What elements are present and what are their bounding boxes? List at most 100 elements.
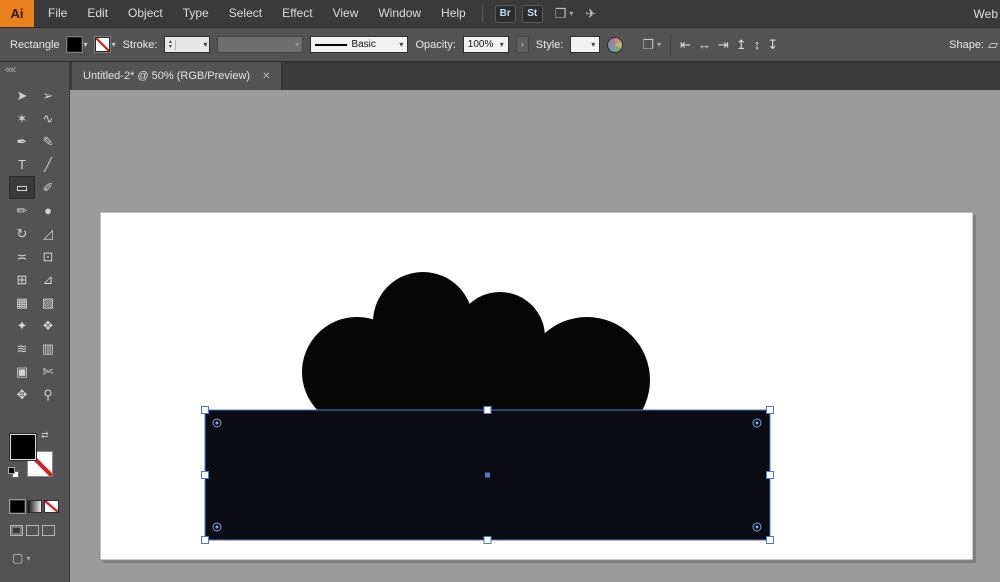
align-vertical-top-icon[interactable]: ↥	[736, 37, 747, 53]
opacity-value: 100%	[468, 39, 494, 50]
fill-color-dropdown[interactable]: ▾	[67, 37, 88, 52]
hand-tool[interactable]: ✥	[9, 383, 35, 406]
screen-mode-button[interactable]: ▢ ▾	[12, 551, 30, 565]
curvature-tool[interactable]: ✎	[35, 130, 61, 153]
swap-fill-stroke-icon[interactable]: ⇄	[41, 430, 49, 441]
symbol-sprayer-tool[interactable]: ≋	[9, 337, 35, 360]
align-horizontal-right-icon[interactable]: ⇥	[718, 37, 729, 53]
menu-select[interactable]: Select	[219, 0, 272, 27]
align-vertical-middle-icon[interactable]: ↕	[754, 37, 761, 53]
gpu-performance-icon[interactable]: ✈	[585, 6, 596, 22]
align-horizontal-left-icon[interactable]: ⇤	[680, 37, 691, 53]
stroke-none-swatch-icon	[95, 37, 110, 52]
line-segment-tool[interactable]: ╱	[35, 153, 61, 176]
opacity-input[interactable]: 100% ▾	[463, 36, 509, 53]
draw-inside-icon[interactable]	[42, 525, 55, 536]
menu-view[interactable]: View	[323, 0, 369, 27]
stroke-color-dropdown[interactable]: ▾	[95, 37, 116, 52]
eyedropper-tool[interactable]: ✦	[9, 314, 35, 337]
style-label: Style:	[536, 39, 564, 51]
direct-selection-tool[interactable]: ➢	[35, 84, 61, 107]
align-vertical-bottom-icon[interactable]: ↧	[767, 37, 778, 53]
canvas-area[interactable]	[70, 90, 1000, 582]
workspace-switcher[interactable]: Web	[974, 7, 998, 21]
recolor-artwork-icon[interactable]	[607, 37, 623, 53]
align-buttons-group: ⇤ ↔ ⇥ ↥ ↕ ↧	[680, 37, 778, 53]
chevron-down-icon: ▾	[500, 40, 504, 49]
stepper-arrows-icon[interactable]: ▴▾	[165, 40, 176, 50]
menubar-separator	[482, 5, 483, 23]
default-fill-stroke-icon[interactable]	[8, 467, 20, 479]
pencil-tool[interactable]: ✏	[9, 199, 35, 222]
mesh-tool[interactable]: ▦	[9, 291, 35, 314]
selection-handle	[202, 472, 209, 479]
menu-object[interactable]: Object	[118, 0, 173, 27]
selection-tool[interactable]: ➤	[9, 84, 35, 107]
rectangle-tool[interactable]: ▭	[9, 176, 35, 199]
gradient-button[interactable]	[27, 500, 42, 513]
none-button[interactable]	[44, 500, 59, 513]
stroke-weight-stepper[interactable]: ▴▾ ▾	[164, 36, 210, 53]
menu-bar-items: FileEditObjectTypeSelectEffectViewWindow…	[38, 0, 476, 27]
bridge-button[interactable]: Br	[495, 5, 516, 23]
document-setup-icon: ❒	[642, 37, 654, 53]
brush-definition-dropdown[interactable]: Basic ▾	[310, 36, 408, 53]
chevron-down-icon: ▾	[295, 40, 299, 49]
align-horizontal-center-icon[interactable]: ↔	[698, 37, 711, 53]
document-setup-dropdown[interactable]: ❒ ▾	[642, 37, 661, 53]
perspective-grid-tool[interactable]: ⊿	[35, 268, 61, 291]
variable-width-profile-dropdown: ▾	[217, 36, 303, 53]
shape-builder-tool[interactable]: ⊞	[9, 268, 35, 291]
fill-stroke-block: ⇄	[10, 434, 56, 480]
tool-grid: ➤➢✶∿✒✎T╱▭✐✏●↻◿≍⊡⊞⊿▦▨✦❖≋▥▣✄✥⚲	[9, 84, 61, 406]
close-icon[interactable]: ✕	[262, 71, 270, 82]
active-tool-label: Rectangle	[10, 39, 60, 51]
menu-edit[interactable]: Edit	[77, 0, 118, 27]
stroke-weight-label: Stroke:	[123, 39, 158, 51]
document-tab[interactable]: Untitled-2* @ 50% (RGB/Preview) ✕	[72, 62, 282, 90]
magic-wand-tool[interactable]: ✶	[9, 107, 35, 130]
selection-handle	[202, 537, 209, 544]
draw-normal-icon[interactable]	[10, 525, 23, 536]
menu-effect[interactable]: Effect	[272, 0, 322, 27]
paintbrush-tool[interactable]: ✐	[35, 176, 61, 199]
column-graph-tool[interactable]: ▥	[35, 337, 61, 360]
scale-tool[interactable]: ◿	[35, 222, 61, 245]
selection-handle	[767, 537, 774, 544]
chevron-down-icon[interactable]: ▾	[203, 40, 209, 49]
blob-brush-tool[interactable]: ●	[35, 199, 61, 222]
illustrator-window: Ai FileEditObjectTypeSelectEffectViewWin…	[0, 0, 1000, 582]
slice-tool[interactable]: ✄	[35, 360, 61, 383]
stock-button[interactable]: St	[522, 5, 543, 23]
screen-mode-icon: ▢	[12, 551, 23, 565]
pen-tool[interactable]: ✒	[9, 130, 35, 153]
rotate-tool[interactable]: ↻	[9, 222, 35, 245]
type-tool[interactable]: T	[9, 153, 35, 176]
width-tool[interactable]: ≍	[9, 245, 35, 268]
blend-tool[interactable]: ❖	[35, 314, 61, 337]
draw-behind-icon[interactable]	[26, 525, 39, 536]
artboard-tool[interactable]: ▣	[9, 360, 35, 383]
free-transform-tool[interactable]: ⊡	[35, 245, 61, 268]
lasso-tool[interactable]: ∿	[35, 107, 61, 130]
menu-help[interactable]: Help	[431, 0, 476, 27]
fill-swatch[interactable]	[10, 434, 36, 460]
color-button[interactable]	[10, 500, 25, 513]
menu-window[interactable]: Window	[368, 0, 431, 27]
brush-definition-value: Basic	[351, 39, 375, 50]
menu-file[interactable]: File	[38, 0, 77, 27]
app-logo[interactable]: Ai	[0, 0, 34, 27]
zoom-tool[interactable]: ⚲	[35, 383, 61, 406]
panel-collapse-icon[interactable]: ««	[5, 64, 15, 76]
graphic-style-dropdown[interactable]: ▾	[570, 36, 600, 53]
shape-properties-icon: ▱	[988, 37, 998, 53]
shape-options-group[interactable]: Shape: ▱	[949, 37, 998, 53]
opacity-panel-button[interactable]: ›	[516, 36, 529, 53]
chevron-down-icon: ▾	[569, 9, 573, 18]
fill-swatch-icon	[67, 37, 82, 52]
arrange-documents-dropdown[interactable]: ❐ ▾	[555, 6, 574, 22]
gradient-tool[interactable]: ▨	[35, 291, 61, 314]
menu-type[interactable]: Type	[173, 0, 219, 27]
color-mode-row	[10, 500, 59, 513]
center-point-handle[interactable]	[485, 473, 490, 478]
